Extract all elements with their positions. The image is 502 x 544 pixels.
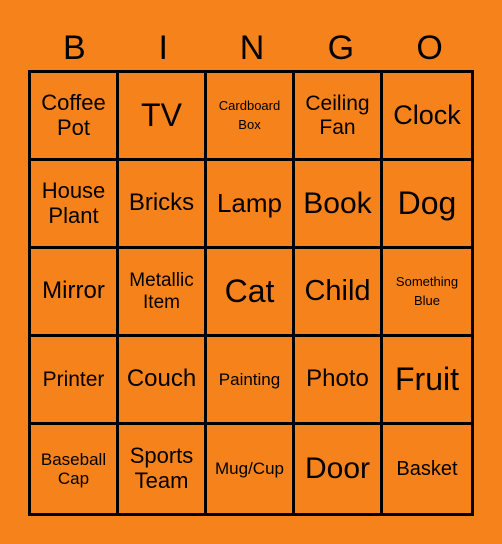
bingo-cell[interactable]: Cat bbox=[207, 249, 295, 337]
bingo-cell[interactable]: Clock bbox=[383, 73, 471, 161]
bingo-cell[interactable]: Metallic Item bbox=[119, 249, 207, 337]
bingo-cell[interactable]: Book bbox=[295, 161, 383, 249]
bingo-cell[interactable]: Basket bbox=[383, 425, 471, 513]
bingo-cell[interactable]: Sports Team bbox=[119, 425, 207, 513]
bingo-cell[interactable]: Dog bbox=[383, 161, 471, 249]
bingo-cell[interactable]: Child bbox=[295, 249, 383, 337]
bingo-cell[interactable]: Fruit bbox=[383, 337, 471, 425]
bingo-cell[interactable]: Printer bbox=[31, 337, 119, 425]
header-letter-i: I bbox=[158, 29, 168, 67]
bingo-cell[interactable]: Cardboard Box bbox=[207, 73, 295, 161]
bingo-cell[interactable]: Couch bbox=[119, 337, 207, 425]
header-letter-b: B bbox=[63, 29, 86, 67]
bingo-cell[interactable]: Lamp bbox=[207, 161, 295, 249]
bingo-header: B I N G O bbox=[30, 28, 474, 68]
header-letter-n: N bbox=[239, 29, 265, 67]
bingo-cell[interactable]: TV bbox=[119, 73, 207, 161]
bingo-card-grid: Coffee Pot TV Cardboard Box Ceiling Fan … bbox=[28, 70, 474, 516]
bingo-cell[interactable]: Mirror bbox=[31, 249, 119, 337]
header-letter-g: G bbox=[327, 29, 355, 67]
header-letter-o: O bbox=[416, 29, 443, 67]
bingo-cell[interactable]: Painting bbox=[207, 337, 295, 425]
bingo-cell[interactable]: Photo bbox=[295, 337, 383, 425]
bingo-cell[interactable]: Door bbox=[295, 425, 383, 513]
bingo-cell[interactable]: Bricks bbox=[119, 161, 207, 249]
bingo-cell[interactable]: Mug/Cup bbox=[207, 425, 295, 513]
bingo-cell[interactable]: House Plant bbox=[31, 161, 119, 249]
bingo-cell[interactable]: Something Blue bbox=[383, 249, 471, 337]
bingo-cell[interactable]: Coffee Pot bbox=[31, 73, 119, 161]
bingo-cell[interactable]: Baseball Cap bbox=[31, 425, 119, 513]
bingo-cell[interactable]: Ceiling Fan bbox=[295, 73, 383, 161]
